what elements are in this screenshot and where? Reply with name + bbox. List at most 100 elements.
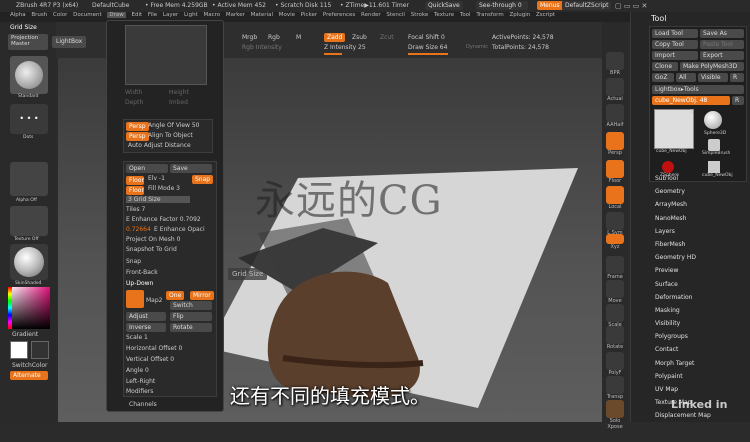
menu-movie[interactable]: Movie <box>279 12 295 18</box>
color-hue-strip[interactable] <box>8 287 12 329</box>
horizontal-offset-slider[interactable]: Horizontal Offset 0 <box>126 345 182 352</box>
menu-stroke[interactable]: Stroke <box>411 12 429 18</box>
floor-button-2[interactable]: Floor <box>126 186 144 195</box>
floor-button[interactable]: Floor <box>126 176 144 185</box>
grid-size-slider[interactable]: 3 Grid Size <box>126 196 190 203</box>
menu-light[interactable]: Light <box>184 12 198 18</box>
save-button[interactable]: Save <box>170 164 212 173</box>
auto-adjust-distance-button[interactable]: Auto Adjust Distance <box>128 142 191 149</box>
menu-alpha[interactable]: Alpha <box>10 12 26 18</box>
modifiers-button[interactable]: Modifiers <box>126 388 153 395</box>
goz-button[interactable]: GoZ <box>652 73 674 82</box>
window-controls-icon[interactable]: ▢ ▭ ▭ ✕ <box>615 2 647 10</box>
export-button[interactable]: Export <box>700 51 744 60</box>
primary-color-swatch[interactable] <box>10 341 28 359</box>
subpalette-fibermesh[interactable]: FiberMesh <box>649 238 747 251</box>
scale-slider[interactable]: Scale 1 <box>126 334 148 341</box>
subpalette-morph-target[interactable]: Morph Target <box>649 357 747 370</box>
angle-of-view-slider[interactable]: Angle Of View 50 <box>148 122 200 129</box>
z-intensity-slider[interactable]: Z Intensity 25 <box>324 44 366 51</box>
depth-slider[interactable]: Depth <box>125 99 143 106</box>
local-button[interactable]: Local <box>604 186 626 214</box>
menus-button[interactable]: Menus <box>537 1 563 10</box>
dynamic-button[interactable]: Dynamic <box>466 44 488 50</box>
front-back-button[interactable]: Front-Back <box>126 269 158 276</box>
mirror-button[interactable]: Mirror <box>190 291 214 300</box>
lightbox-tools-button[interactable]: Lightbox▸Tools <box>652 85 744 94</box>
map-thumb[interactable] <box>126 290 144 308</box>
flip-button[interactable]: Flip <box>170 312 212 321</box>
menu-tool[interactable]: Tool <box>460 12 471 18</box>
menu-transform[interactable]: Transform <box>476 12 503 18</box>
menu-edit[interactable]: Edit <box>132 12 143 18</box>
width-slider[interactable]: Width <box>125 89 142 96</box>
menu-picker[interactable]: Picker <box>301 12 317 18</box>
switch-color-label[interactable]: SwitchColor <box>12 362 48 369</box>
zcut-button[interactable]: Zcut <box>380 34 394 41</box>
all-button[interactable]: All <box>676 73 696 82</box>
menu-document[interactable]: Document <box>73 12 102 18</box>
floor-shelf-button[interactable]: Floor <box>604 160 626 188</box>
subpalette-displacement-map[interactable]: Displacement Map <box>649 409 747 422</box>
menu-zplugin[interactable]: Zplugin <box>509 12 530 18</box>
see-through-slider[interactable]: See-through 0 <box>476 1 528 10</box>
rgb-button[interactable]: Rgb <box>268 34 280 41</box>
adjust-button[interactable]: Adjust <box>126 312 166 321</box>
menu-texture[interactable]: Texture <box>434 12 454 18</box>
m-button[interactable]: M <box>296 34 301 41</box>
mrgb-button[interactable]: Mrgb <box>242 34 257 41</box>
left-right-button[interactable]: Left-Right <box>126 378 155 385</box>
alpha-thumb[interactable] <box>10 162 48 196</box>
project-on-mesh-slider[interactable]: Project On Mesh 0 <box>126 236 180 243</box>
elv-slider[interactable]: Elv -1 <box>148 175 165 182</box>
e-enhance-factor-slider[interactable]: E Enhance Factor 0.7092 <box>126 216 201 223</box>
texture-thumb[interactable] <box>10 206 48 236</box>
angle-slider[interactable]: Angle 0 <box>126 367 149 374</box>
e-enhance-opacity-slider[interactable]: E Enhance Opaci <box>154 226 205 233</box>
default-zscript-button[interactable]: DefaultZScript <box>562 1 612 10</box>
xpose-button[interactable]: Xpose <box>604 424 626 442</box>
subpalette-polygroups[interactable]: Polygroups <box>649 330 747 343</box>
subpalette-deformation[interactable]: Deformation <box>649 291 747 304</box>
tool-thumb-sphere[interactable] <box>704 111 722 129</box>
subpalette-arraymesh[interactable]: ArrayMesh <box>649 198 747 211</box>
dots-stroke-thumb[interactable]: • • • <box>10 104 48 134</box>
actual-button[interactable]: Actual <box>604 78 626 106</box>
menu-material[interactable]: Material <box>251 12 273 18</box>
color-picker[interactable] <box>8 287 50 329</box>
current-tool-slider[interactable]: cube_NewObj. 48 <box>652 96 730 105</box>
tool-palette-title[interactable]: Tool <box>651 14 667 23</box>
subpalette-contact[interactable]: Contact <box>649 343 747 356</box>
subpalette-subtool[interactable]: SubTool <box>649 172 747 185</box>
rotate-shelf-button[interactable]: Rotate <box>604 326 626 354</box>
rotate-button[interactable]: Rotate <box>170 323 212 332</box>
menu-marker[interactable]: Marker <box>226 12 245 18</box>
tiles-slider[interactable]: Tiles 7 <box>126 206 145 213</box>
up-down-button[interactable]: Up-Down <box>126 280 153 287</box>
subpalette-nanomesh[interactable]: NanoMesh <box>649 212 747 225</box>
persp-button[interactable]: Persp <box>126 122 149 131</box>
alternate-button[interactable]: Alternate <box>10 371 48 380</box>
fill-mode-slider[interactable]: Fill Mode 3 <box>148 185 180 192</box>
menu-color[interactable]: Color <box>53 12 67 18</box>
channels-button[interactable]: Channels <box>129 401 157 408</box>
subpalette-layers[interactable]: Layers <box>649 225 747 238</box>
snap-button[interactable]: Snap <box>126 258 141 265</box>
clone-button[interactable]: Clone <box>652 62 678 71</box>
tool-thumb-simplebrush[interactable] <box>708 139 720 151</box>
subpalette-visibility[interactable]: Visibility <box>649 317 747 330</box>
lightbox-button[interactable]: LightBox <box>52 36 87 48</box>
import-button[interactable]: Import <box>652 51 698 60</box>
menu-zscript[interactable]: Zscript <box>536 12 555 18</box>
persp-shelf-button[interactable]: Persp <box>604 132 626 160</box>
menu-brush[interactable]: Brush <box>31 12 47 18</box>
make-polymesh-button[interactable]: Make PolyMesh3D <box>680 62 744 71</box>
zadd-button[interactable]: Zadd <box>324 33 346 42</box>
standard-brush-thumb[interactable] <box>10 56 48 94</box>
copy-tool-button[interactable]: Copy Tool <box>652 40 698 49</box>
menu-layer[interactable]: Layer <box>163 12 178 18</box>
material-thumb[interactable] <box>10 244 48 280</box>
quicksave-button[interactable]: QuickSave <box>425 1 463 10</box>
menu-file[interactable]: File <box>148 12 157 18</box>
menu-stencil[interactable]: Stencil <box>386 12 405 18</box>
